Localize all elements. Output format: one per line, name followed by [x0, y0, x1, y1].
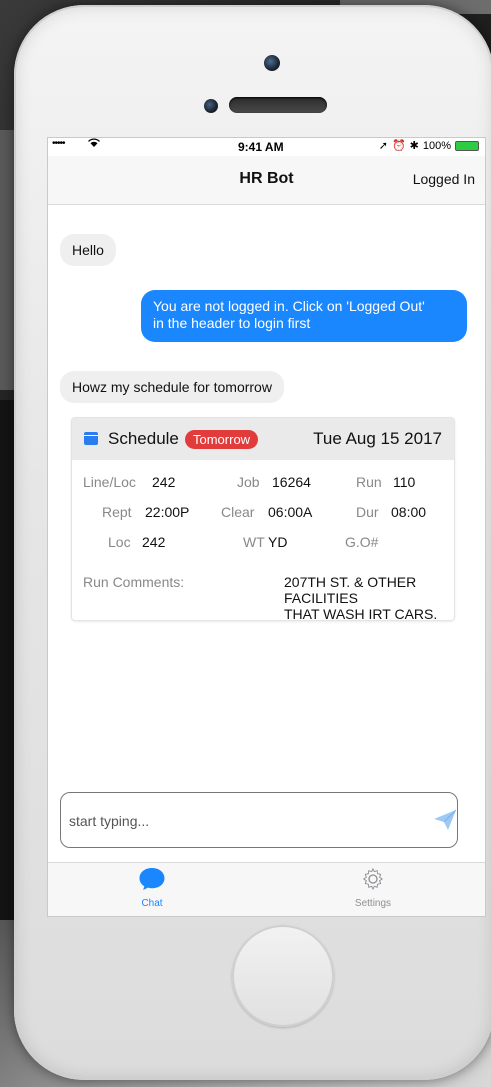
home-button[interactable] [232, 925, 334, 1027]
message-text: Howz my schedule for tomorrow [72, 379, 272, 395]
schedule-date: Tue Aug 15 2017 [313, 429, 442, 448]
battery-percent: 100% [422, 139, 451, 152]
earpiece-speaker [229, 97, 327, 113]
gear-icon [361, 867, 385, 895]
clear-label: Clear [221, 504, 255, 520]
job-label: Job [237, 474, 260, 490]
go-number-label: G.O# [345, 534, 379, 550]
message-bubble-user: Howz my schedule for tomorrow [60, 371, 284, 403]
run-comments-line: THAT WASH IRT CARS. [284, 606, 438, 622]
run-comments-line: 207TH ST. & OTHER FACILITIES [284, 574, 417, 606]
tab-chat-label: Chat [141, 898, 163, 909]
send-icon[interactable] [433, 809, 457, 831]
run-value: 110 [393, 474, 416, 490]
tab-settings-label: Settings [354, 898, 392, 909]
tab-settings[interactable]: Settings [333, 867, 413, 909]
message-text-line: in the header to login first [153, 315, 311, 331]
run-comments-value: 207TH ST. & OTHER FACILITIES THAT WASH I… [284, 574, 444, 622]
login-status-button[interactable]: Logged In [413, 171, 475, 187]
run-comments-label: Run Comments: [83, 574, 185, 590]
status-time: 9:41 AM [238, 140, 284, 154]
schedule-card-header: Schedule Tomorrow Tue Aug 15 2017 [72, 418, 454, 460]
wt-value: YD [268, 534, 288, 550]
location-icon: ➚ [378, 140, 388, 152]
calendar-icon [84, 432, 98, 445]
clear-value: 06:00A [268, 504, 313, 520]
dur-label: Dur [356, 504, 379, 520]
loc-value: 242 [142, 534, 166, 550]
message-text-line: You are not logged in. Click on 'Logged … [153, 298, 425, 314]
message-bubble-user: Hello [60, 234, 116, 266]
app-screen: ••••• 9:41 AM ➚ ⏰ ✱ 100% HR Bot Logged I… [47, 137, 486, 917]
bluetooth-icon: ✱ [409, 140, 419, 152]
schedule-card[interactable]: Schedule Tomorrow Tue Aug 15 2017 Line/L… [72, 418, 454, 622]
rept-label: Rept [102, 504, 132, 520]
message-composer [60, 792, 458, 849]
proximity-sensor [204, 99, 218, 113]
job-value: 16264 [272, 474, 311, 490]
wt-label: WT [243, 534, 265, 550]
line-loc-value: 242 [152, 474, 176, 490]
status-bar: ••••• 9:41 AM ➚ ⏰ ✱ 100% [48, 138, 485, 156]
dur-value: 08:00 [391, 504, 427, 520]
front-camera [264, 55, 280, 71]
chat-bubble-icon [138, 868, 166, 895]
header: HR Bot Logged In [48, 156, 485, 205]
message-bubble-bot: You are not logged in. Click on 'Logged … [141, 290, 467, 342]
message-text: Hello [72, 242, 104, 258]
rept-value: 22:00P [145, 504, 190, 520]
signal-strength: ••••• [52, 138, 65, 149]
status-right: ➚ ⏰ ✱ 100% [379, 139, 479, 152]
line-loc-label: Line/Loc [83, 474, 136, 490]
loc-label: Loc [108, 534, 131, 550]
message-input[interactable] [67, 793, 431, 849]
alarm-icon: ⏰ [391, 140, 406, 152]
tab-bar: Chat Settings [48, 862, 485, 916]
schedule-title: Schedule [108, 429, 179, 448]
wifi-icon [88, 138, 100, 151]
tab-chat[interactable]: Chat [112, 867, 192, 909]
tomorrow-badge: Tomorrow [185, 430, 259, 449]
run-label: Run [356, 474, 382, 490]
battery-icon [455, 140, 479, 151]
